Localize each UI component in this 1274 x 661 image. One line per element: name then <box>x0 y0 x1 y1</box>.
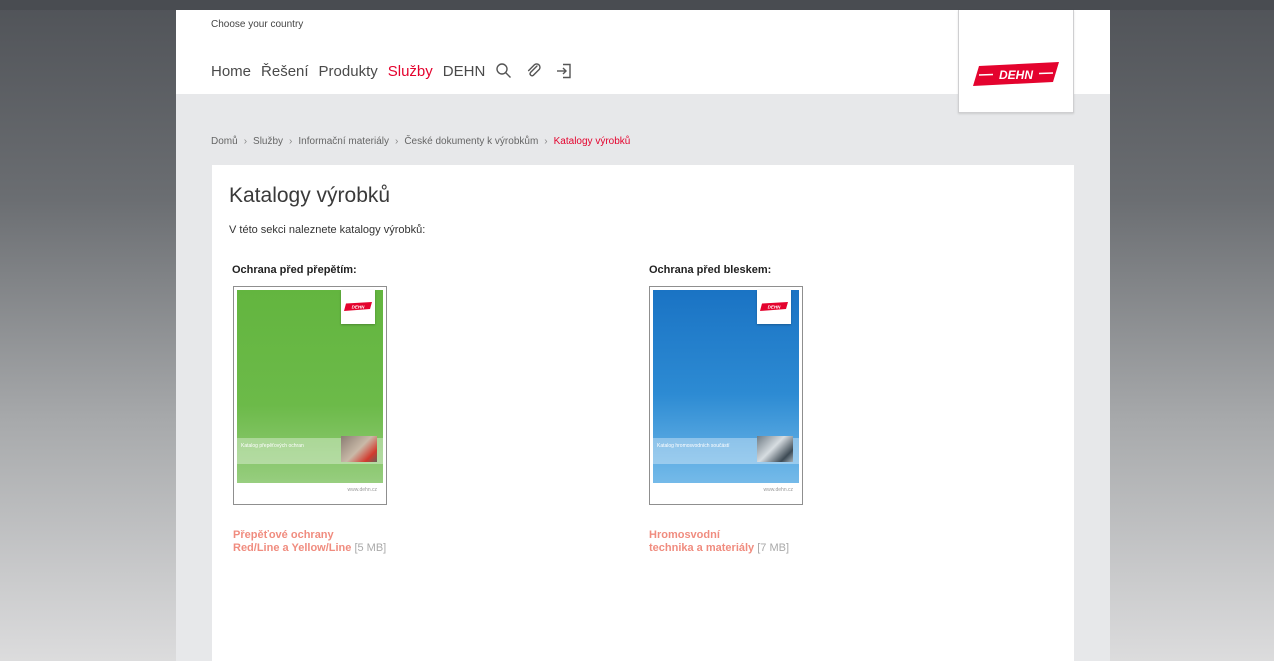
cover-title: Katalog hromosvodních součástí <box>657 443 730 449</box>
dehn-logo-mark: DEHN <box>973 62 1059 86</box>
content-panel: Katalogy výrobků V této sekci naleznete … <box>212 165 1074 661</box>
nav-item-dehn[interactable]: DEHN <box>443 63 486 80</box>
paperclip-icon[interactable] <box>525 62 543 80</box>
breadcrumb-separator: › <box>289 136 293 147</box>
download-link-overvoltage[interactable]: Přepěťové ochrany Red/Line a Yellow/Line… <box>233 529 386 555</box>
svg-text:DEHN: DEHN <box>352 305 366 310</box>
breadcrumb-sluzby[interactable]: Služby <box>253 136 283 147</box>
download-link-line1: Přepěťové ochrany <box>233 529 334 541</box>
breadcrumb-separator: › <box>394 136 399 147</box>
nav-item-home[interactable]: Home <box>211 63 251 80</box>
file-size: [7 MB] <box>757 542 790 554</box>
cover-logo-tag: DEHN <box>341 290 375 324</box>
top-bar <box>0 0 1274 10</box>
cover-photo <box>341 436 377 462</box>
download-link-lightning[interactable]: Hromosvodní technika a materiály [7 MB] <box>649 529 789 555</box>
page: Choose your country Home Řešení Produkty… <box>176 10 1110 661</box>
section-heading-overvoltage: Ochrana před přepětím: <box>232 264 357 276</box>
catalog-cover-overvoltage[interactable]: DEHN Katalog přepěťových ochran www.dehn… <box>233 286 387 505</box>
nav-item-reseni[interactable]: Řešení <box>261 63 309 80</box>
svg-text:DEHN: DEHN <box>768 305 782 310</box>
breadcrumb-home[interactable]: Domů <box>211 136 238 147</box>
cover-title: Katalog přepěťových ochran <box>241 443 304 449</box>
breadcrumb-separator: › <box>544 136 548 147</box>
main-nav: Home Řešení Produkty Služby DEHN <box>211 62 585 80</box>
cover-image: DEHN Katalog hromosvodních součástí www.… <box>653 290 799 499</box>
download-link-line2: technika a materiály <box>649 542 755 554</box>
page-title: Katalogy výrobků <box>229 184 391 207</box>
cover-footer: www.dehn.cz <box>653 483 799 499</box>
download-link-line2: Red/Line a Yellow/Line <box>233 542 352 554</box>
choose-country-link[interactable]: Choose your country <box>211 19 303 30</box>
search-icon[interactable] <box>495 62 513 80</box>
dehn-logo[interactable]: DEHN <box>958 10 1074 113</box>
download-link-line1: Hromosvodní <box>649 529 720 541</box>
cover-logo-tag: DEHN <box>757 290 791 324</box>
login-icon[interactable] <box>555 62 573 80</box>
section-heading-lightning: Ochrana před bleskem: <box>649 264 772 276</box>
cover-url: www.dehn.cz <box>347 487 377 493</box>
intro-text: V této sekci naleznete katalogy výrobků: <box>229 224 426 236</box>
file-size: [5 MB] <box>354 542 387 554</box>
breadcrumb-ceske-dokumenty[interactable]: České dokumenty k výrobkům <box>404 136 538 147</box>
breadcrumb-separator: › <box>243 136 248 147</box>
cover-footer: www.dehn.cz <box>237 483 383 499</box>
breadcrumb-current: Katalogy výrobků <box>553 136 631 147</box>
cover-url: www.dehn.cz <box>763 487 793 493</box>
cover-image: DEHN Katalog přepěťových ochran www.dehn… <box>237 290 383 499</box>
nav-item-sluzby[interactable]: Služby <box>388 63 433 80</box>
svg-text:DEHN: DEHN <box>999 68 1033 82</box>
breadcrumb: Domů › Služby › Informační materiály › Č… <box>211 136 630 147</box>
breadcrumb-informacni-materialy[interactable]: Informační materiály <box>298 136 389 147</box>
nav-item-produkty[interactable]: Produkty <box>319 63 378 80</box>
cover-photo <box>757 436 793 462</box>
catalog-cover-lightning[interactable]: DEHN Katalog hromosvodních součástí www.… <box>649 286 803 505</box>
